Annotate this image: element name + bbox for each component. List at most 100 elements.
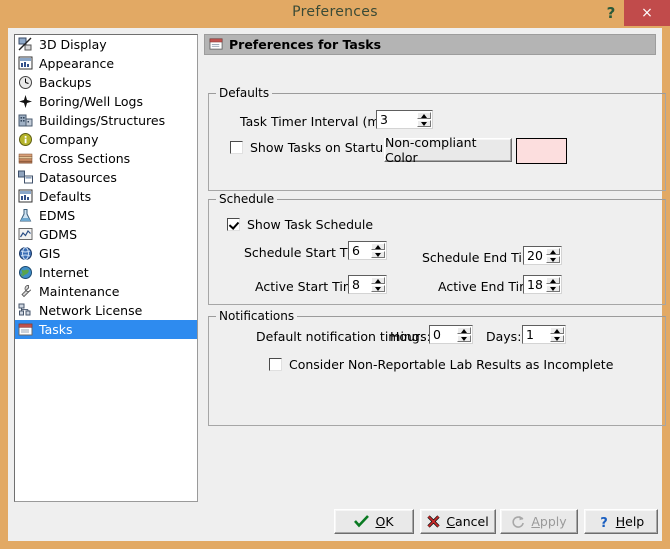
nonreportable-lab-results-label: Consider Non-Reportable Lab Results as I… — [289, 357, 614, 372]
sidebar-item-cross-sections[interactable]: Cross Sections — [15, 149, 197, 168]
task-timer-stepper[interactable]: 3 — [376, 110, 433, 129]
checkbox-box[interactable] — [227, 218, 240, 231]
sidebar-item-label: Company — [39, 132, 99, 147]
chevron-down-icon[interactable] — [550, 335, 564, 342]
checkbox-box[interactable] — [269, 358, 282, 371]
question-icon: ? — [598, 515, 610, 529]
days-spin-buttons[interactable] — [550, 327, 564, 342]
sidebar-item-appearance[interactable]: Appearance — [15, 54, 197, 73]
help-button-label: elp — [625, 514, 645, 529]
preferences-window: Preferences ? × 3D Display Appearance Ba… — [0, 0, 670, 549]
apply-button-accel: A — [531, 514, 540, 529]
titlebar-help-icon[interactable]: ? — [600, 2, 622, 24]
sidebar-item-defaults[interactable]: Defaults — [15, 187, 197, 206]
active-end-spin-buttons[interactable] — [546, 277, 560, 292]
sidebar-item-edms[interactable]: EDMS — [15, 206, 197, 225]
checkbox-box[interactable] — [230, 141, 243, 154]
show-task-schedule-checkbox[interactable]: Show Task Schedule — [227, 217, 373, 232]
sidebar-item-company[interactable]: Company — [15, 130, 197, 149]
cancel-button-accel: C — [446, 514, 456, 529]
show-tasks-startup-checkbox[interactable]: Show Tasks on Startup — [230, 140, 391, 155]
sidebar-item-datasources[interactable]: Datasources — [15, 168, 197, 187]
sidebar-item-label: Network License — [39, 303, 143, 318]
sidebar-item-gdms[interactable]: GDMS — [15, 225, 197, 244]
chevron-up-icon[interactable] — [417, 112, 431, 119]
cancel-button-label: ancel — [455, 514, 489, 529]
datasources-icon — [18, 170, 34, 185]
help-button[interactable]: ? Help — [584, 509, 658, 534]
ok-button-label: K — [385, 514, 394, 529]
non-compliant-color-button[interactable]: Non-compliant Color — [384, 135, 512, 165]
chevron-up-icon[interactable] — [371, 277, 385, 284]
sidebar-item-boring-well-logs[interactable]: Boring/Well Logs — [15, 92, 197, 111]
chevron-up-icon[interactable] — [546, 277, 560, 284]
sidebar-item-network-license[interactable]: Network License — [15, 301, 197, 320]
buildings-icon — [18, 113, 34, 128]
hours-label: Hours: — [390, 329, 431, 344]
company-info-icon — [18, 132, 34, 147]
chevron-up-icon[interactable] — [546, 248, 560, 255]
title-bar: Preferences ? × — [0, 0, 670, 26]
chevron-up-icon[interactable] — [457, 327, 471, 334]
boring-well-logs-icon — [18, 94, 34, 109]
hours-spin-buttons[interactable] — [457, 327, 471, 342]
hours-stepper[interactable]: 0 — [429, 325, 473, 344]
sidebar-item-label: Defaults — [39, 189, 92, 204]
active-start-spin-buttons[interactable] — [371, 277, 385, 292]
category-list[interactable]: 3D Display Appearance Backups Boring/Wel… — [14, 34, 198, 502]
schedule-start-spin-buttons[interactable] — [371, 243, 385, 258]
appearance-icon — [18, 56, 34, 71]
nonreportable-lab-results-checkbox[interactable]: Consider Non-Reportable Lab Results as I… — [269, 357, 613, 372]
chevron-down-icon[interactable] — [457, 335, 471, 342]
gis-globe-icon — [18, 246, 34, 261]
tasks-icon — [18, 322, 34, 337]
show-tasks-startup-label: Show Tasks on Startup — [250, 140, 392, 155]
sidebar-item-label: Tasks — [39, 322, 73, 337]
sidebar-item-gis[interactable]: GIS — [15, 244, 197, 263]
chevron-down-icon[interactable] — [546, 285, 560, 292]
sidebar-item-backups[interactable]: Backups — [15, 73, 197, 92]
chevron-down-icon[interactable] — [371, 285, 385, 292]
sidebar-item-buildings-structures[interactable]: Buildings/Structures — [15, 111, 197, 130]
non-compliant-color-swatch[interactable] — [516, 138, 567, 164]
dialog-client-area: 3D Display Appearance Backups Boring/Wel… — [8, 28, 666, 541]
close-icon[interactable]: × — [624, 0, 670, 26]
sidebar-item-tasks[interactable]: Tasks — [15, 320, 197, 339]
apply-button: Apply — [500, 509, 578, 534]
sidebar-item-label: EDMS — [39, 208, 76, 223]
sidebar-item-internet[interactable]: Internet — [15, 263, 197, 282]
chevron-down-icon[interactable] — [546, 256, 560, 263]
sidebar-item-3d-display[interactable]: 3D Display — [15, 35, 197, 54]
days-stepper[interactable]: 1 — [522, 325, 566, 344]
task-timer-spin-buttons[interactable] — [417, 112, 431, 127]
days-label: Days: — [486, 329, 522, 344]
chevron-up-icon[interactable] — [371, 243, 385, 250]
cross-sections-icon — [18, 151, 34, 166]
window-title: Preferences — [292, 4, 378, 20]
sidebar-item-label: Appearance — [39, 56, 115, 71]
sidebar-item-label: Maintenance — [39, 284, 120, 299]
schedule-group-title: Schedule — [216, 193, 278, 205]
days-value: 1 — [526, 327, 534, 342]
svg-text:?: ? — [600, 516, 608, 529]
active-start-stepper[interactable]: 8 — [348, 275, 387, 294]
hours-value: 0 — [433, 327, 441, 342]
defaults-group-title: Defaults — [216, 87, 273, 99]
help-button-accel: H — [615, 514, 626, 529]
sidebar-item-maintenance[interactable]: Maintenance — [15, 282, 197, 301]
ok-button[interactable]: OK — [334, 509, 414, 534]
sidebar-item-label: GIS — [39, 246, 61, 261]
active-end-stepper[interactable]: 18 — [523, 275, 562, 294]
schedule-start-stepper[interactable]: 6 — [348, 241, 387, 260]
chevron-down-icon[interactable] — [371, 251, 385, 258]
chevron-up-icon[interactable] — [550, 327, 564, 334]
non-compliant-color-label: Non-compliant Color — [385, 135, 477, 165]
sidebar-item-label: GDMS — [39, 227, 78, 242]
notifications-group-title: Notifications — [216, 310, 298, 322]
schedule-end-stepper[interactable]: 20 — [523, 246, 562, 265]
cancel-button[interactable]: Cancel — [420, 509, 496, 534]
chevron-down-icon[interactable] — [417, 120, 431, 127]
internet-globe-icon — [18, 265, 34, 280]
schedule-end-spin-buttons[interactable] — [546, 248, 560, 263]
schedule-end-value: 20 — [527, 248, 543, 263]
